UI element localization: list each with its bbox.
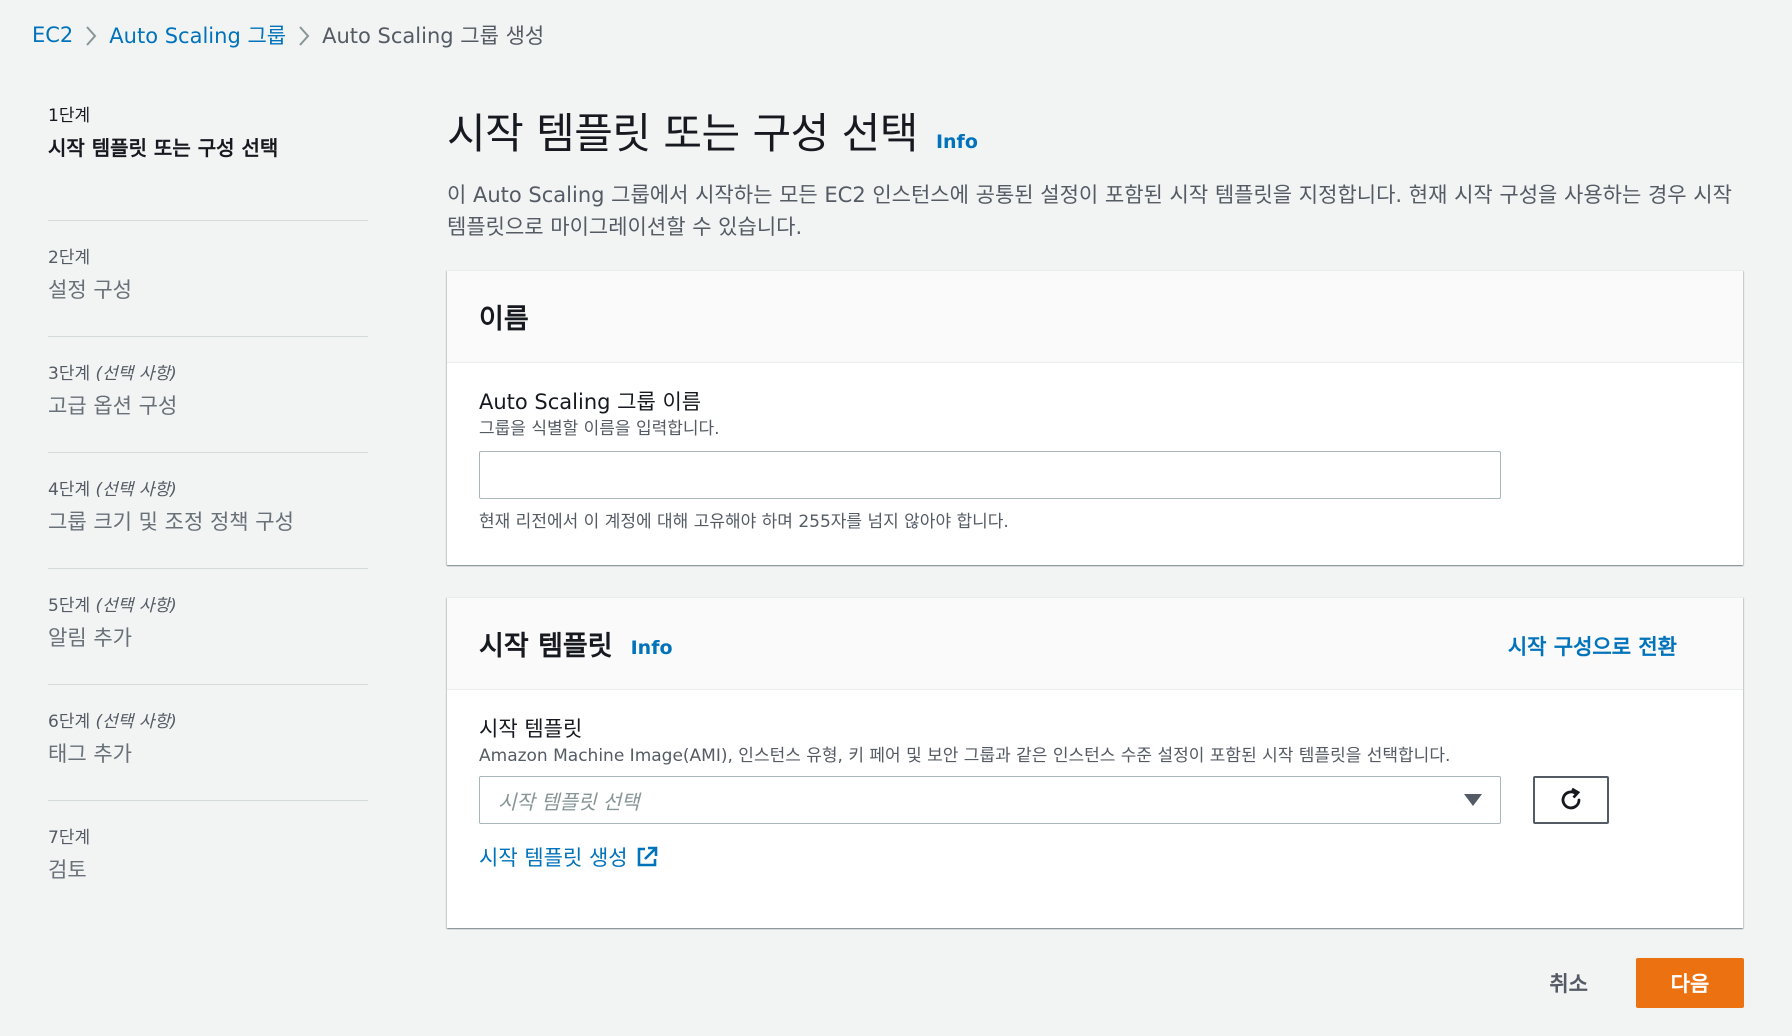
panel-title: 시작 템플릿 [479, 631, 613, 662]
step-number: 1단계 [48, 106, 91, 126]
cancel-button[interactable]: 취소 [1525, 958, 1612, 1008]
step-2: 2단계 설정 구성 [48, 221, 368, 337]
info-link[interactable]: Info [936, 131, 978, 153]
chevron-right-icon [286, 23, 322, 47]
create-link-label: 시작 템플릿 생성 [479, 846, 628, 870]
step-1[interactable]: 1단계 시작 템플릿 또는 구성 선택 [48, 105, 368, 221]
create-launch-template-link[interactable]: 시작 템플릿 생성 [479, 842, 658, 872]
step-title: 그룹 크기 및 조정 정책 구성 [48, 510, 294, 534]
breadcrumb-ec2[interactable]: EC2 [32, 23, 73, 47]
step-optional: (선택 사항) [95, 596, 177, 616]
breadcrumb-current: Auto Scaling 그룹 생성 [322, 24, 545, 48]
external-link-icon [637, 846, 657, 867]
refresh-icon [1561, 787, 1581, 810]
step-3: 3단계 (선택 사항) 고급 옵션 구성 [48, 337, 368, 453]
wizard-steps: 1단계 시작 템플릿 또는 구성 선택 2단계 설정 구성 3단계 (선택 사항… [48, 105, 368, 917]
breadcrumb-auto-scaling-groups[interactable]: Auto Scaling 그룹 [109, 20, 286, 50]
step-title: 고급 옵션 구성 [48, 394, 178, 418]
page-description: 이 Auto Scaling 그룹에서 시작하는 모든 EC2 인스턴스에 공통… [447, 183, 1732, 239]
launch-template-panel: 시작 템플릿 Info 시작 구성으로 전환 시작 템플릿 Amazon Mac… [447, 597, 1743, 928]
step-title: 시작 템플릿 또는 구성 선택 [48, 136, 279, 160]
panel-title: 이름 [479, 304, 529, 335]
refresh-button[interactable] [1533, 776, 1609, 824]
step-number: 4단계 (선택 사항) [48, 480, 177, 500]
step-optional: (선택 사항) [95, 480, 177, 500]
panel-header: 이름 [447, 271, 1743, 363]
breadcrumb: EC2 Auto Scaling 그룹 Auto Scaling 그룹 생성 [32, 20, 544, 50]
step-6: 6단계 (선택 사항) 태그 추가 [48, 685, 368, 801]
name-panel: 이름 Auto Scaling 그룹 이름 그룹을 식별할 이름을 입력합니다.… [447, 270, 1743, 565]
launch-template-select[interactable]: 시작 템플릿 선택 [479, 776, 1501, 824]
page-title: 시작 템플릿 또는 구성 선택 [447, 109, 918, 158]
field-description: Amazon Machine Image(AMI), 인스턴스 유형, 키 페어… [479, 746, 1451, 766]
field-label: Auto Scaling 그룹 이름 [479, 390, 702, 414]
switch-to-launch-configuration-link[interactable]: 시작 구성으로 전환 [1508, 631, 1677, 661]
step-optional: (선택 사항) [95, 712, 177, 732]
panel-header: 시작 템플릿 Info 시작 구성으로 전환 [447, 598, 1743, 690]
caret-down-icon [1464, 794, 1482, 806]
step-title: 태그 추가 [48, 742, 132, 766]
step-number: 2단계 [48, 248, 91, 268]
select-row: 시작 템플릿 선택 [479, 776, 1711, 824]
field-description: 그룹을 식별할 이름을 입력합니다. [479, 419, 720, 439]
step-4: 4단계 (선택 사항) 그룹 크기 및 조정 정책 구성 [48, 453, 368, 569]
page-header: 시작 템플릿 또는 구성 선택 Info [447, 100, 1745, 161]
step-title: 설정 구성 [48, 278, 132, 302]
panel-body: 시작 템플릿 Amazon Machine Image(AMI), 인스턴스 유… [447, 690, 1743, 872]
info-link[interactable]: Info [631, 637, 673, 659]
field-label: 시작 템플릿 [479, 717, 583, 741]
step-7: 7단계 검토 [48, 801, 368, 917]
step-title: 알림 추가 [48, 626, 132, 650]
step-number: 3단계 (선택 사항) [48, 364, 177, 384]
step-number: 6단계 (선택 사항) [48, 712, 177, 732]
step-number: 7단계 [48, 828, 91, 848]
field-constraint: 현재 리전에서 이 계정에 대해 고유해야 하며 255자를 넘지 않아야 합니… [479, 512, 1009, 532]
step-title: 검토 [48, 858, 87, 882]
step-number: 5단계 (선택 사항) [48, 596, 177, 616]
step-optional: (선택 사항) [95, 364, 177, 384]
chevron-right-icon [73, 23, 109, 47]
wizard-actions: 취소 다음 [1525, 958, 1744, 1008]
step-5: 5단계 (선택 사항) 알림 추가 [48, 569, 368, 685]
main-content: 시작 템플릿 또는 구성 선택 Info 이 Auto Scaling 그룹에서… [447, 100, 1745, 243]
panel-body: Auto Scaling 그룹 이름 그룹을 식별할 이름을 입력합니다. 현재… [447, 363, 1743, 532]
group-name-input[interactable] [479, 451, 1501, 499]
next-button[interactable]: 다음 [1636, 958, 1744, 1008]
select-placeholder: 시작 템플릿 선택 [498, 789, 640, 814]
